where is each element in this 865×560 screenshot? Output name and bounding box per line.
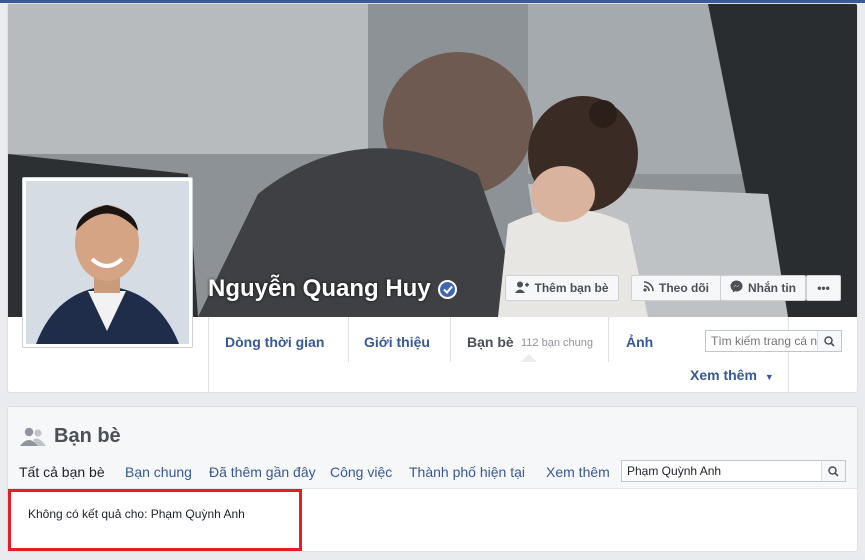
- avatar-illustration: [26, 181, 189, 344]
- subtab-mutual[interactable]: Bạn chung: [125, 464, 192, 480]
- subtab-more[interactable]: Xem thêm: [546, 464, 610, 480]
- follow-button[interactable]: Theo dõi: [631, 275, 721, 301]
- tab-about[interactable]: Giới thiệu: [364, 334, 430, 350]
- tab-divider: [788, 317, 789, 392]
- tab-divider: [608, 317, 609, 362]
- verified-badge-icon: [438, 280, 457, 299]
- tab-divider: [348, 317, 349, 362]
- profile-search: [705, 330, 842, 352]
- chevron-down-icon: ▼: [764, 372, 774, 382]
- more-icon: •••: [817, 281, 830, 295]
- active-tab-caret: [521, 354, 537, 362]
- friends-search: [621, 460, 846, 482]
- message-label: Nhắn tin: [748, 281, 796, 295]
- tab-divider: [450, 317, 451, 362]
- profile-name[interactable]: Nguyễn Quang Huy: [208, 275, 431, 303]
- rss-icon: [643, 281, 654, 295]
- friends-header: Bạn bè Tất cả bạn bè Bạn chung Đã thêm g…: [8, 407, 857, 489]
- add-friend-button[interactable]: Thêm bạn bè: [505, 275, 619, 301]
- messenger-icon: [730, 280, 743, 296]
- search-icon: [824, 335, 835, 347]
- follow-label: Theo dõi: [659, 281, 709, 295]
- profile-picture[interactable]: [22, 177, 193, 348]
- tab-divider: [208, 317, 209, 392]
- add-friend-icon: [515, 281, 530, 296]
- tab-friends[interactable]: Bạn bè: [467, 334, 514, 350]
- profile-search-input[interactable]: [706, 331, 817, 351]
- more-options-button[interactable]: •••: [806, 275, 841, 301]
- subtab-current-city[interactable]: Thành phố hiện tại: [409, 464, 525, 480]
- friends-count: 112 bạn chung: [521, 337, 593, 349]
- message-button[interactable]: Nhắn tin: [720, 275, 806, 301]
- avatar: [26, 181, 189, 344]
- friends-section: Bạn bè Tất cả bạn bè Bạn chung Đã thêm g…: [7, 406, 858, 552]
- friends-section-title: Bạn bè: [54, 425, 121, 447]
- tab-more-label: Xem thêm: [690, 367, 757, 383]
- friends-search-input[interactable]: [622, 461, 821, 481]
- highlight-box: [8, 489, 302, 551]
- search-icon: [828, 465, 839, 477]
- friends-icon: [20, 427, 46, 452]
- profile-tabs: Dòng thời gian Giới thiệu Bạn bè 112 bạn…: [208, 317, 857, 392]
- tab-timeline[interactable]: Dòng thời gian: [225, 334, 324, 350]
- subtab-recently-added[interactable]: Đã thêm gần đây: [209, 464, 316, 480]
- profile-card: Nguyễn Quang Huy Thêm bạn bè Theo dõi Nh…: [7, 3, 858, 393]
- add-friend-label: Thêm bạn bè: [534, 281, 609, 295]
- search-button[interactable]: [817, 331, 841, 351]
- tab-more[interactable]: Xem thêm ▼: [690, 367, 774, 383]
- subtab-all-friends[interactable]: Tất cả bạn bè: [19, 464, 105, 480]
- tab-photos[interactable]: Ảnh: [626, 334, 653, 350]
- friends-search-button[interactable]: [821, 461, 845, 481]
- subtab-work[interactable]: Công việc: [330, 464, 392, 480]
